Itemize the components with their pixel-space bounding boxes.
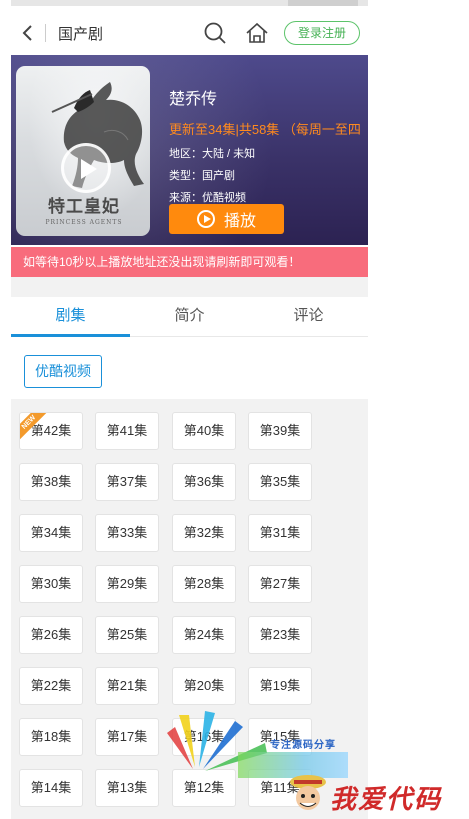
episode-button[interactable]: 第31集	[248, 514, 312, 552]
episode-label: 第42集	[30, 423, 72, 438]
watermark-tagline: 专注源码分享	[270, 740, 336, 751]
watermark-mascot-icon	[290, 775, 326, 810]
back-button[interactable]	[11, 10, 45, 56]
source-youku-button[interactable]: 优酷视频	[24, 355, 102, 388]
section-gap	[11, 277, 368, 297]
episode-button[interactable]: 第21集	[95, 667, 159, 705]
episode-button[interactable]: 第35集	[248, 463, 312, 501]
episode-button[interactable]: 第18集	[19, 718, 83, 756]
play-button-label: 播放	[223, 213, 256, 230]
header-bar: 国产剧 登录注册	[11, 10, 368, 56]
login-register-button[interactable]: 登录注册	[283, 21, 360, 45]
show-type: 类型：国产剧	[169, 170, 235, 182]
source-selector: 优酷视频	[11, 337, 368, 399]
episode-button[interactable]: 第17集	[95, 718, 159, 756]
episode-button[interactable]: 第13集	[95, 769, 159, 807]
episode-button[interactable]: 第32集	[172, 514, 236, 552]
search-button[interactable]	[200, 10, 230, 56]
episode-button[interactable]: 第19集	[248, 667, 312, 705]
tab-episodes[interactable]: 剧集	[11, 297, 130, 337]
episode-button[interactable]: 第33集	[95, 514, 159, 552]
top-scroll-strip	[11, 0, 368, 6]
episode-button[interactable]: 第20集	[172, 667, 236, 705]
episode-button[interactable]: 第40集	[172, 412, 236, 450]
update-status: 更新至34集|共58集 （每周一至四	[169, 122, 361, 137]
search-icon	[204, 22, 226, 44]
tab-comments[interactable]: 评论	[249, 297, 368, 336]
episode-button[interactable]: 第28集	[172, 565, 236, 603]
show-poster[interactable]: 特工皇妃 PRINCESS AGENTS	[16, 66, 150, 236]
poster-title: 特工皇妃	[48, 197, 120, 217]
episode-button[interactable]: 第24集	[172, 616, 236, 654]
home-icon	[246, 22, 268, 43]
show-region: 地区：大陆 / 未知	[169, 148, 256, 160]
episode-button[interactable]: 第36集	[172, 463, 236, 501]
episode-button[interactable]: 第25集	[95, 616, 159, 654]
play-button[interactable]: 播放	[169, 204, 284, 234]
episode-button[interactable]: NEW 第42集	[19, 412, 83, 450]
show-name: 楚乔传	[169, 91, 218, 108]
episode-button[interactable]: 第38集	[19, 463, 83, 501]
episode-button[interactable]: 第14集	[19, 769, 83, 807]
tab-synopsis[interactable]: 简介	[130, 297, 249, 336]
episode-button[interactable]: 第22集	[19, 667, 83, 705]
play-circle-icon	[196, 210, 215, 228]
episode-button[interactable]: 第34集	[19, 514, 83, 552]
watermark-brand: 我爱代码	[330, 784, 443, 814]
page-title: 国产剧	[58, 25, 104, 43]
show-source: 来源：优酷视频	[169, 192, 246, 204]
show-info: 楚乔传 更新至34集|共58集 （每周一至四 地区：大陆 / 未知 类型：国产剧…	[169, 85, 368, 204]
play-icon	[81, 159, 97, 179]
episode-button[interactable]: 第26集	[19, 616, 83, 654]
episode-button[interactable]: 第27集	[248, 565, 312, 603]
episode-button[interactable]: 第29集	[95, 565, 159, 603]
home-button[interactable]	[242, 10, 272, 56]
app-page: 国产剧 登录注册 特工皇妃 PRINCESS AGENTS 楚乔传 更新至34集…	[11, 0, 368, 819]
chevron-left-icon	[22, 25, 32, 41]
episode-button[interactable]: 第30集	[19, 565, 83, 603]
episode-button[interactable]: 第23集	[248, 616, 312, 654]
header-divider	[45, 24, 46, 42]
poster-english-title: PRINCESS AGENTS	[45, 219, 123, 226]
poster-play-overlay[interactable]	[61, 143, 111, 193]
episode-button[interactable]: 第37集	[95, 463, 159, 501]
notice-banner: 如等待10秒以上播放地址还没出现请刷新即可观看！	[11, 247, 368, 277]
poster-title-art: 特工皇妃 PRINCESS AGENTS	[34, 192, 134, 226]
episode-button[interactable]: 第39集	[248, 412, 312, 450]
episode-button[interactable]: 第41集	[95, 412, 159, 450]
show-hero: 特工皇妃 PRINCESS AGENTS 楚乔传 更新至34集|共58集 （每周…	[11, 55, 368, 245]
scroll-knob[interactable]	[288, 0, 358, 6]
detail-tabs: 剧集 简介 评论	[11, 297, 368, 337]
